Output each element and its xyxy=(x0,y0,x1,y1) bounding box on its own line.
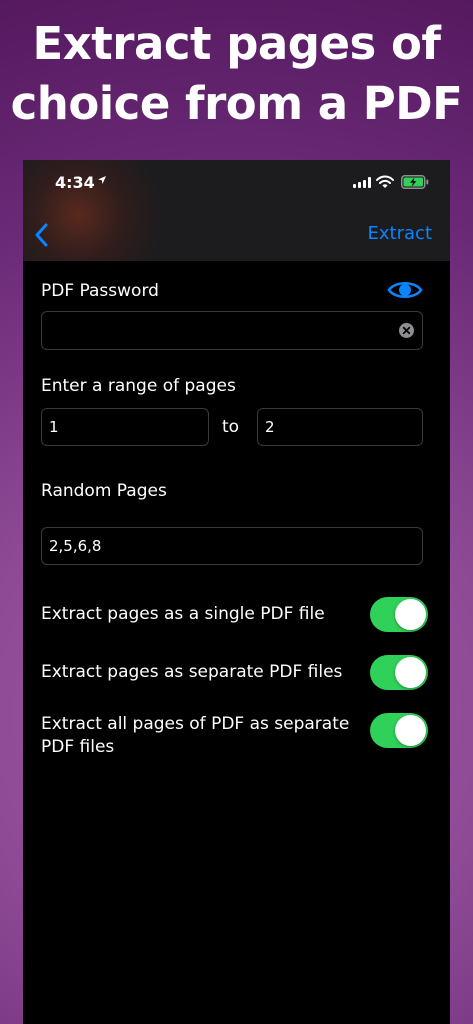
password-field[interactable] xyxy=(41,311,423,350)
range-from-input[interactable]: 1 xyxy=(41,408,209,446)
random-pages-value: 2,5,6,8 xyxy=(49,537,102,555)
range-to-value: 2 xyxy=(265,418,275,436)
back-chevron-icon[interactable] xyxy=(31,222,57,248)
range-to-input[interactable]: 2 xyxy=(257,408,423,446)
promo-headline: Extract pages of choice from a PDF xyxy=(0,14,473,134)
headline-line-1: Extract pages of xyxy=(32,17,441,70)
toggle-separate-pdfs[interactable] xyxy=(370,655,428,690)
eye-icon[interactable] xyxy=(387,278,423,302)
cellular-signal-icon xyxy=(353,177,371,188)
clear-text-icon[interactable] xyxy=(399,323,414,338)
random-pages-input[interactable]: 2,5,6,8 xyxy=(41,527,423,565)
navigation-bar: 4:34 Extract xyxy=(23,160,450,261)
location-arrow-icon xyxy=(98,176,106,184)
extract-button[interactable]: Extract xyxy=(368,223,432,244)
headline-line-2: choice from a PDF xyxy=(10,77,463,130)
range-separator: to xyxy=(222,417,240,437)
toggle-label-separate-pdfs: Extract pages as separate PDF files xyxy=(41,662,343,682)
password-label: PDF Password xyxy=(41,281,159,301)
battery-charging-icon xyxy=(401,175,429,189)
toggle-knob xyxy=(395,715,426,746)
toggle-label-single-pdf: Extract pages as a single PDF file xyxy=(41,604,325,624)
range-label: Enter a range of pages xyxy=(41,376,236,396)
toggle-knob xyxy=(395,657,426,688)
toggle-knob xyxy=(395,599,426,630)
range-from-value: 1 xyxy=(49,418,59,436)
random-pages-label: Random Pages xyxy=(41,481,167,501)
wifi-icon xyxy=(376,175,394,188)
toggle-all-pages-separate[interactable] xyxy=(370,713,428,748)
status-time: 4:34 xyxy=(55,173,95,192)
toggle-label-all-pages-separate: Extract all pages of PDF as separate PDF… xyxy=(41,714,350,757)
toggle-single-pdf[interactable] xyxy=(370,597,428,632)
phone-screen: 4:34 Extract PDF Password Enter a range … xyxy=(23,160,450,1024)
